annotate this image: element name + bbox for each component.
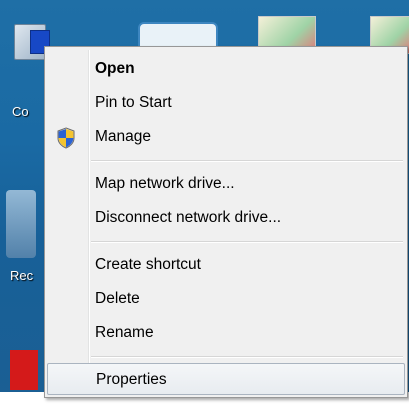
menu-item-label: Pin to Start bbox=[95, 94, 172, 111]
menu-separator bbox=[91, 356, 403, 358]
menu-item-label: Delete bbox=[95, 290, 140, 307]
menu-item-manage[interactable]: Manage bbox=[47, 121, 405, 153]
menu-item-label: Disconnect network drive... bbox=[95, 209, 282, 226]
menu-item-delete[interactable]: Delete bbox=[47, 283, 405, 315]
menu-item-map-network-drive[interactable]: Map network drive... bbox=[47, 168, 405, 200]
menu-item-label: Properties bbox=[96, 371, 167, 388]
menu-item-create-shortcut[interactable]: Create shortcut bbox=[47, 249, 405, 281]
menu-item-pin-to-start[interactable]: Pin to Start bbox=[47, 87, 405, 119]
computer-desktop-label: Co bbox=[12, 104, 29, 119]
menu-item-label: Map network drive... bbox=[95, 175, 235, 192]
menu-item-disconnect-network-drive[interactable]: Disconnect network drive... bbox=[47, 202, 405, 234]
recycle-bin-label: Rec bbox=[10, 268, 34, 283]
context-menu: Open Pin to Start Manage Map network dri… bbox=[44, 46, 408, 398]
menu-item-label: Open bbox=[95, 60, 135, 77]
menu-item-properties[interactable]: Properties bbox=[47, 363, 405, 395]
menu-item-label: Rename bbox=[95, 324, 154, 341]
desktop-shortcut-icon[interactable] bbox=[10, 350, 38, 390]
uac-shield-icon bbox=[57, 127, 75, 149]
menu-item-label: Create shortcut bbox=[95, 256, 201, 273]
menu-item-open[interactable]: Open bbox=[47, 53, 405, 85]
menu-item-rename[interactable]: Rename bbox=[47, 317, 405, 349]
menu-separator bbox=[91, 241, 403, 243]
menu-item-label: Manage bbox=[95, 128, 152, 145]
recycle-bin-icon[interactable] bbox=[6, 190, 36, 258]
menu-separator bbox=[91, 160, 403, 162]
